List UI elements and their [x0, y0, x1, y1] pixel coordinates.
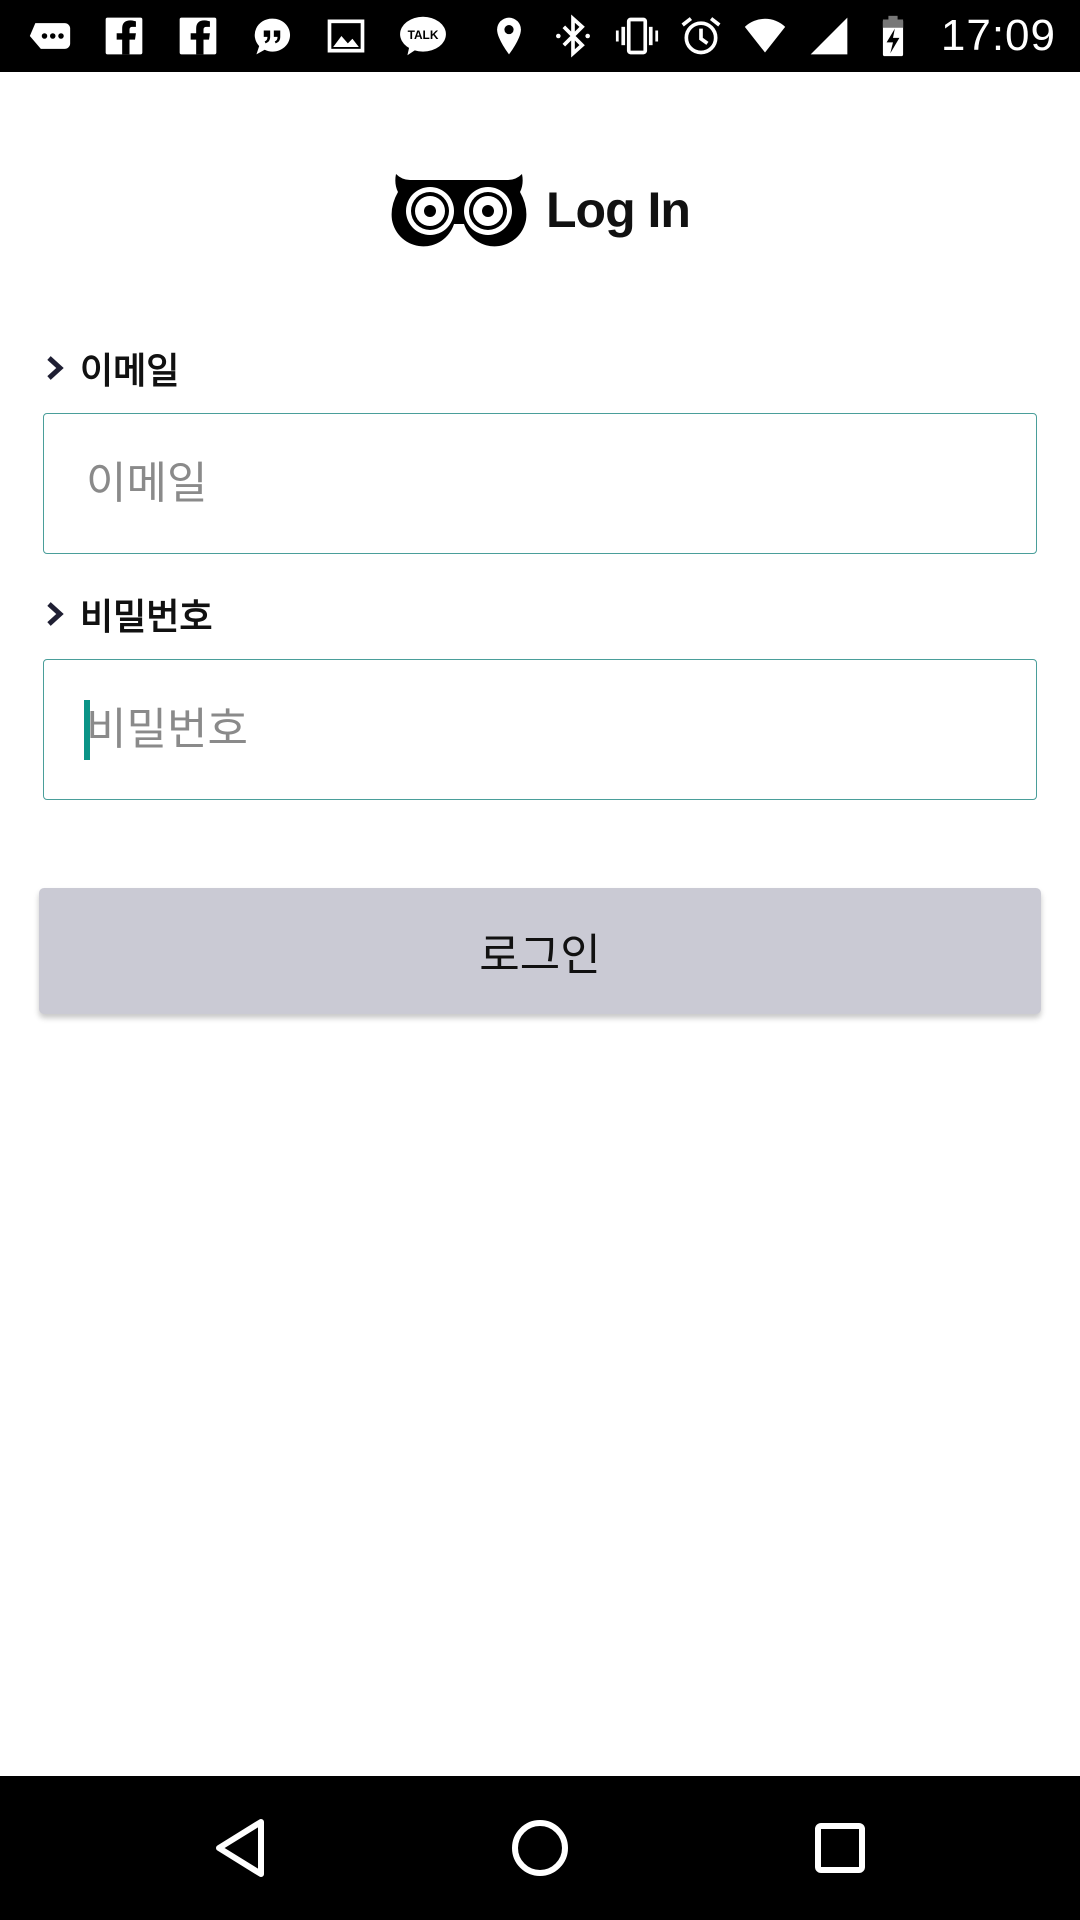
- email-label: 이메일: [44, 338, 179, 398]
- email-field[interactable]: [84, 457, 1036, 510]
- back-icon: [216, 1819, 264, 1877]
- notification-icons: TALK: [26, 0, 450, 72]
- home-icon: [512, 1820, 568, 1876]
- wifi-icon: [741, 12, 789, 60]
- password-label-text: 비밀번호: [80, 597, 213, 638]
- chevron-right-icon: [44, 353, 66, 383]
- image-icon: [322, 12, 370, 60]
- talk-badge-text: TALK: [408, 28, 439, 42]
- facebook-icon: [100, 12, 148, 60]
- location-icon: [485, 12, 533, 60]
- password-label: 비밀번호: [44, 584, 212, 644]
- alarm-icon: [677, 12, 725, 60]
- login-header: Log In: [0, 160, 1080, 260]
- signal-icon: [805, 12, 853, 60]
- home-button[interactable]: [470, 1776, 610, 1920]
- back-button[interactable]: [171, 1776, 311, 1920]
- chat-more-icon: [26, 12, 74, 60]
- page-title: Log In: [546, 182, 691, 238]
- bluetooth-icon: [549, 12, 597, 60]
- battery-charging-icon: [869, 12, 917, 60]
- chevron-right-icon: [44, 599, 66, 629]
- owl-eyes-icon: [390, 166, 528, 254]
- facebook-icon: [174, 12, 222, 60]
- login-button[interactable]: 로그인: [39, 888, 1041, 1014]
- password-field[interactable]: [84, 703, 1036, 756]
- recents-button[interactable]: [770, 1776, 910, 1920]
- kakao-talk-icon: TALK: [396, 12, 450, 60]
- text-caret: [84, 700, 90, 760]
- navigation-bar: [0, 1776, 1080, 1920]
- vibrate-icon: [613, 12, 661, 60]
- system-icons: 17:09: [485, 0, 1056, 72]
- password-field-box[interactable]: [43, 659, 1037, 800]
- clock-time: 17:09: [940, 11, 1056, 60]
- status-bar: TALK 17:09: [0, 0, 1080, 72]
- email-label-text: 이메일: [80, 351, 180, 392]
- quote-bubble-icon: [248, 12, 296, 60]
- recents-icon: [815, 1823, 865, 1873]
- email-field-box[interactable]: [43, 413, 1037, 554]
